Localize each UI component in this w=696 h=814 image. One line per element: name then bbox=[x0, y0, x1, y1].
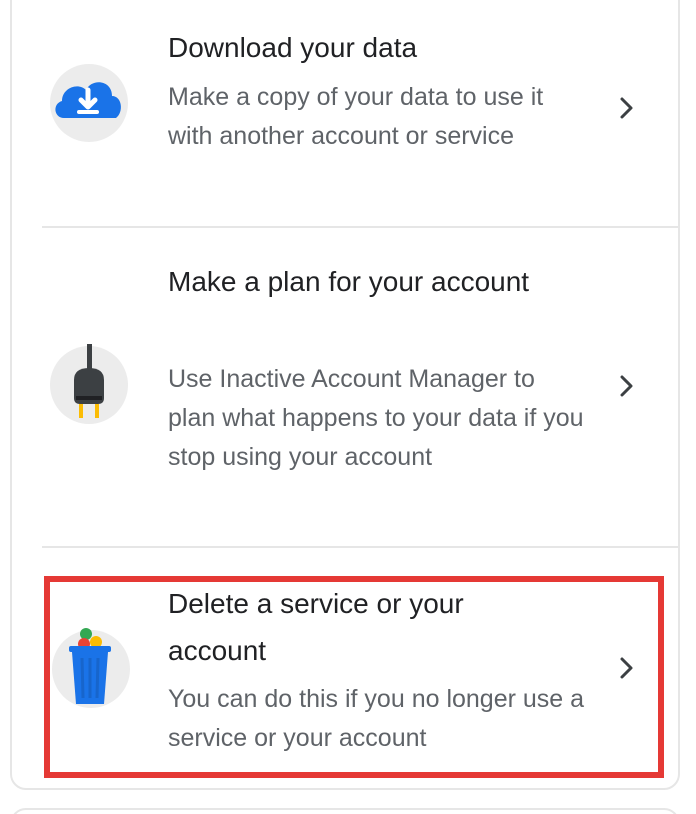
chevron-right-icon bbox=[620, 375, 633, 397]
item-description: Make a copy of your data to use it with … bbox=[168, 83, 544, 150]
page: Download your data Make a copy of your d… bbox=[0, 0, 696, 814]
plan-account-item[interactable]: Make a plan for your account Use Inactiv… bbox=[12, 228, 678, 546]
highlight-box bbox=[44, 576, 664, 778]
plug-icon bbox=[50, 344, 128, 424]
next-card bbox=[10, 808, 680, 814]
download-data-item[interactable]: Download your data Make a copy of your d… bbox=[12, 0, 678, 226]
chevron-right-icon bbox=[620, 97, 633, 119]
cloud-download-icon bbox=[50, 64, 128, 142]
item-description: Use Inactive Account Manager to plan wha… bbox=[168, 365, 584, 471]
item-title: Make a plan for your account bbox=[168, 266, 530, 297]
item-title: Download your data bbox=[168, 32, 418, 63]
